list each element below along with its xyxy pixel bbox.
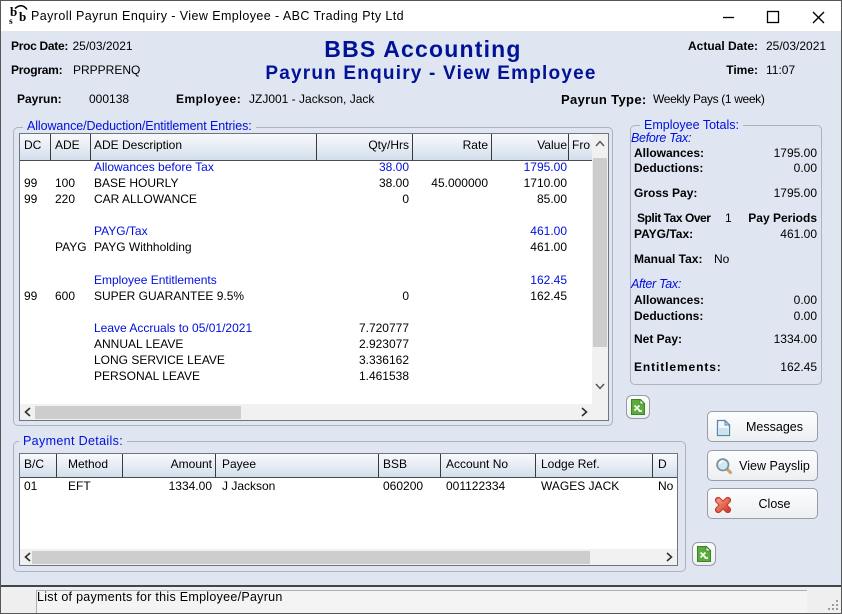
svg-text:s: s [9, 17, 13, 25]
svg-text:b: b [19, 9, 26, 24]
